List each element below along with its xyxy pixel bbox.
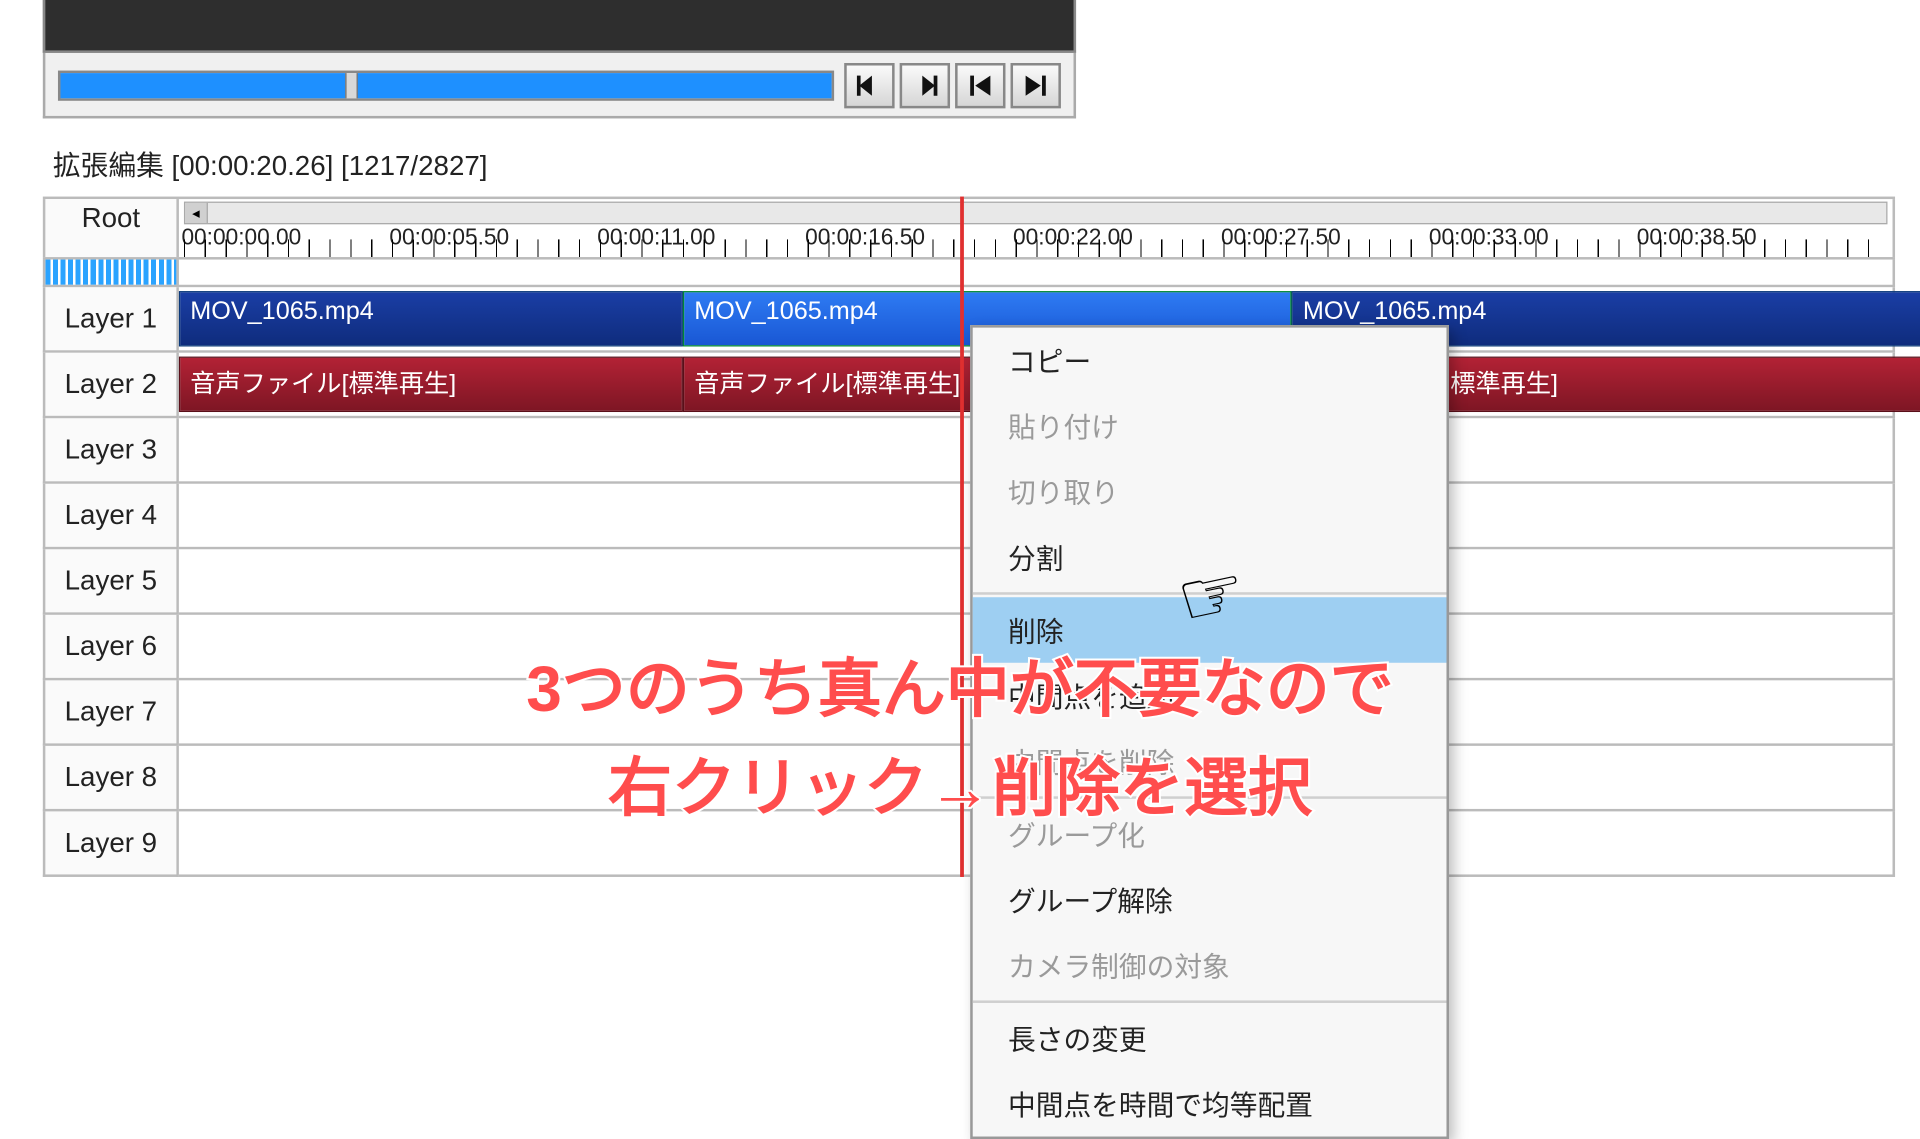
layer-label[interactable]: Layer 1 [43, 287, 179, 353]
context-menu-item: 切り取り [973, 459, 1447, 525]
slider-thumb[interactable] [346, 73, 359, 98]
next-frame-button[interactable] [900, 63, 950, 108]
root-button[interactable]: Root [43, 199, 179, 257]
context-menu-item[interactable]: 中間点を時間で均等配置 [973, 1071, 1447, 1137]
layer-label[interactable]: Layer 6 [43, 615, 179, 681]
context-menu-item: 貼り付け [973, 393, 1447, 459]
go-start-button[interactable] [955, 63, 1005, 108]
context-menu-item[interactable]: 長さの変更 [973, 1005, 1447, 1071]
caption-line-2: 右クリック→削除を選択 [526, 739, 1394, 838]
transport-buttons [844, 63, 1061, 108]
context-menu-item: カメラ制御の対象 [973, 932, 1447, 998]
audio-clip[interactable]: 音声ファイル[標準再生] [179, 357, 683, 412]
context-menu-item[interactable]: グループ解除 [973, 867, 1447, 933]
layer-label[interactable]: Layer 4 [43, 484, 179, 550]
layer-label[interactable]: Layer 5 [43, 549, 179, 615]
layer-label[interactable]: Layer 3 [43, 418, 179, 484]
context-menu-item[interactable]: コピー [973, 328, 1447, 394]
horizontal-scrollbar[interactable]: ◂ [184, 202, 1888, 225]
caption-line-1: 3つのうち真ん中が不要なので [526, 640, 1394, 739]
preview-panel [43, 0, 1076, 53]
playback-slider-panel [43, 53, 1076, 119]
playback-slider[interactable] [58, 71, 834, 101]
menu-separator [973, 1000, 1447, 1003]
layer-label[interactable]: Layer 7 [43, 680, 179, 746]
layer-label[interactable]: Layer 9 [43, 811, 179, 877]
timeline-title: 拡張編集 [00:00:20.26] [1217/2827] [43, 136, 1895, 196]
layer-label[interactable]: Layer 8 [43, 746, 179, 812]
prev-frame-button[interactable] [844, 63, 894, 108]
audio-meter-icon [43, 260, 179, 288]
scroll-left-arrow[interactable]: ◂ [185, 203, 208, 223]
go-end-button[interactable] [1011, 63, 1061, 108]
audio-clip[interactable]: 標準再生] [1439, 357, 1920, 412]
tutorial-caption: 3つのうち真ん中が不要なので 右クリック→削除を選択 [526, 640, 1394, 838]
layer-label[interactable]: Layer 2 [43, 353, 179, 419]
video-clip[interactable]: MOV_1065.mp4 [179, 291, 683, 346]
